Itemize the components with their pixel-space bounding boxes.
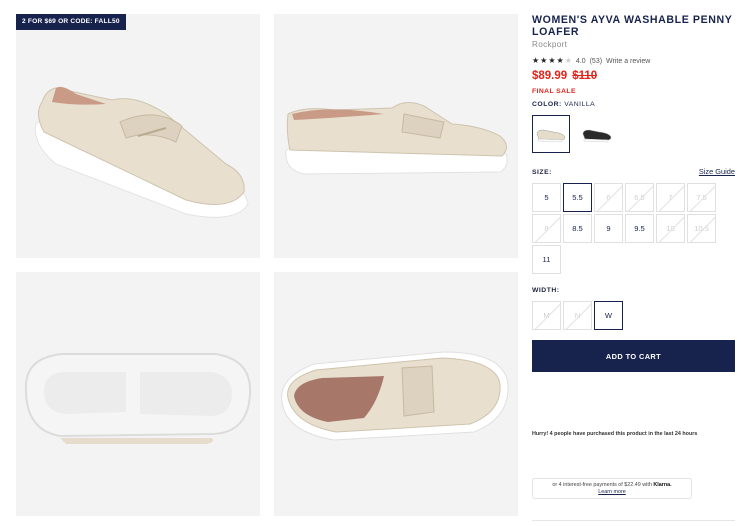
star-icon: ★: [548, 56, 556, 65]
sale-price: $89.99: [532, 70, 568, 82]
width-label: WIDTH:: [532, 287, 560, 294]
width-option-M[interactable]: M: [532, 301, 561, 330]
size-guide-link[interactable]: Size Guide: [699, 167, 735, 176]
loafer-thumbnail-icon: [582, 129, 612, 143]
width-grid: MNW: [532, 301, 735, 330]
promo-badge: 2 FOR $69 OR CODE: FALL50: [16, 14, 126, 30]
klarna-brand: Klarna.: [653, 482, 672, 488]
product-title: WOMEN'S AYVA WASHABLE PENNY LOAFER: [532, 14, 733, 38]
klarna-text: or 4 interest-free payments of $22.49 wi…: [552, 482, 652, 488]
size-option-8[interactable]: 8: [532, 214, 561, 243]
star-icon: ★: [540, 56, 548, 65]
rating-stars: ★ ★ ★ ★ ★: [532, 57, 572, 65]
size-option-6-5[interactable]: 6.5: [625, 183, 654, 212]
product-info-panel: WOMEN'S AYVA WASHABLE PENNY LOAFER Rockp…: [532, 14, 735, 372]
size-option-8-5[interactable]: 8.5: [563, 214, 592, 243]
klarna-box: or 4 interest-free payments of $22.49 wi…: [532, 478, 692, 499]
rating-value: 4.0: [575, 57, 586, 65]
size-option-9[interactable]: 9: [594, 214, 623, 243]
size-option-10-5[interactable]: 10.5: [687, 214, 716, 243]
write-review-link[interactable]: Write a review: [606, 58, 650, 65]
color-swatches: [532, 115, 735, 153]
loafer-thumbnail-icon: [536, 129, 566, 143]
size-label: SIZE:: [532, 169, 552, 176]
size-option-11[interactable]: 11: [532, 245, 561, 274]
product-image-sole[interactable]: [16, 272, 260, 516]
klarna-learn-more-link[interactable]: Learn more: [598, 489, 626, 495]
width-option-N[interactable]: N: [563, 301, 592, 330]
size-option-6[interactable]: 6: [594, 183, 623, 212]
size-grid: 5 5.5 6 6.5 7 7.5 8 8.5 9 9.5 10 10.5 11: [532, 183, 735, 274]
star-icon: ★: [556, 56, 564, 65]
size-option-5-5[interactable]: 5.5: [563, 183, 592, 212]
hurry-message: Hurry! 4 people have purchased this prod…: [532, 431, 698, 437]
color-row: COLOR: VANILLA: [532, 101, 735, 108]
product-image-top[interactable]: [274, 272, 518, 516]
star-icon: ★: [532, 56, 540, 65]
final-sale-label: FINAL SALE: [532, 88, 576, 95]
color-swatch-vanilla[interactable]: [532, 115, 570, 153]
add-to-cart-button[interactable]: ADD TO CART: [532, 340, 735, 372]
loafer-side-image: [285, 102, 508, 175]
size-option-7-5[interactable]: 7.5: [687, 183, 716, 212]
size-option-10[interactable]: 10: [656, 214, 685, 243]
original-price: $110: [572, 70, 598, 82]
product-image-angle[interactable]: [16, 14, 260, 258]
loafer-sole-image: [24, 353, 252, 444]
review-count[interactable]: (53): [590, 58, 602, 65]
size-option-5[interactable]: 5: [532, 183, 561, 212]
size-option-9-5[interactable]: 9.5: [625, 214, 654, 243]
price-row: $89.99 $110: [532, 70, 735, 82]
product-image-side[interactable]: [274, 14, 518, 258]
star-icon: ★: [564, 56, 572, 65]
loafer-angle-image: [34, 86, 249, 218]
color-value: VANILLA: [564, 101, 596, 108]
color-label: COLOR:: [532, 101, 562, 108]
width-option-W[interactable]: W: [594, 301, 623, 330]
size-option-7[interactable]: 7: [656, 183, 685, 212]
divider: [532, 520, 735, 521]
product-brand[interactable]: Rockport: [532, 40, 735, 49]
color-swatch-black[interactable]: [578, 115, 616, 153]
size-header: SIZE: Size Guide: [532, 167, 735, 176]
loafer-top-image: [281, 351, 509, 441]
rating-row: ★ ★ ★ ★ ★ 4.0 (53) Write a review: [532, 57, 735, 65]
